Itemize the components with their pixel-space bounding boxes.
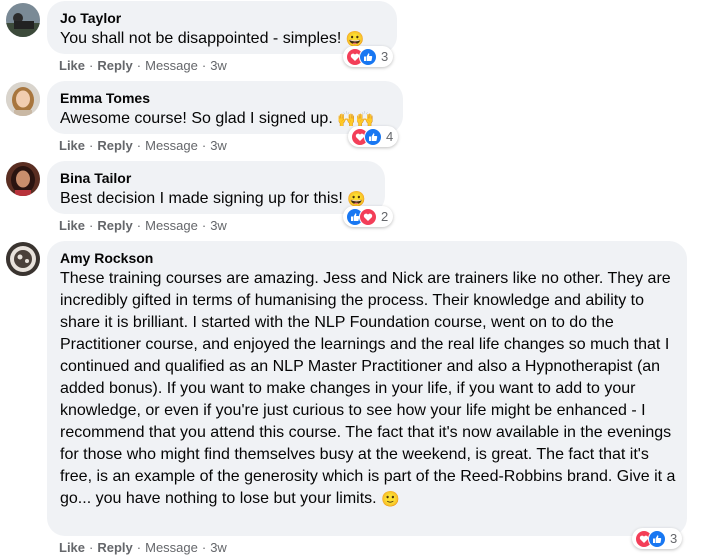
- like-button[interactable]: Like: [59, 218, 85, 233]
- comment-text: You shall not be disappointed - simples!…: [60, 28, 384, 50]
- message-button[interactable]: Message: [145, 138, 198, 153]
- reaction-summary[interactable]: 3: [343, 46, 394, 67]
- heart-reaction-icon: [359, 207, 377, 226]
- like-reaction-icon: [648, 529, 666, 548]
- comment-actions: Like · Reply · Message · 3w: [59, 540, 227, 556]
- reaction-count: 2: [381, 209, 389, 224]
- comment-text: Best decision I made signing up for this…: [60, 188, 372, 210]
- avatar[interactable]: [6, 162, 40, 196]
- comment-bubble: Jo Taylor You shall not be disappointed …: [47, 1, 397, 54]
- comment-body: You shall not be disappointed - simples!: [60, 30, 342, 47]
- reaction-summary[interactable]: 3: [632, 528, 683, 549]
- comment-author[interactable]: Bina Tailor: [60, 169, 372, 187]
- separator-dot: ·: [89, 138, 94, 153]
- reaction-summary[interactable]: 4: [348, 126, 399, 147]
- comment-actions: Like · Reply · Message · 3w: [59, 138, 227, 154]
- separator-dot: ·: [201, 540, 207, 555]
- reply-button[interactable]: Reply: [97, 218, 132, 233]
- smiling-emoji-icon: 🙂: [381, 491, 400, 508]
- like-button[interactable]: Like: [59, 58, 85, 73]
- separator-dot: ·: [136, 138, 142, 153]
- timestamp[interactable]: 3w: [210, 218, 227, 233]
- separator-dot: ·: [89, 540, 94, 555]
- separator-dot: ·: [89, 58, 94, 73]
- separator-dot: ·: [136, 58, 142, 73]
- comment-body: Best decision I made signing up for this…: [60, 190, 343, 207]
- comment-bubble: Bina Tailor Best decision I made signing…: [47, 161, 385, 214]
- reaction-count: 3: [381, 49, 389, 64]
- like-reaction-icon: [364, 127, 382, 146]
- comment-author[interactable]: Jo Taylor: [60, 9, 384, 27]
- timestamp[interactable]: 3w: [210, 58, 227, 73]
- comment-text: These training courses are amazing. Jess…: [60, 268, 676, 510]
- comment-body: These training courses are amazing. Jess…: [60, 270, 676, 507]
- comment-text: Awesome course! So glad I signed up. 🙌🙌: [60, 108, 390, 130]
- timestamp[interactable]: 3w: [210, 138, 227, 153]
- message-button[interactable]: Message: [145, 540, 198, 555]
- separator-dot: ·: [201, 218, 207, 233]
- avatar[interactable]: [6, 242, 40, 276]
- avatar[interactable]: [6, 82, 40, 116]
- reaction-summary[interactable]: 2: [343, 206, 394, 227]
- separator-dot: ·: [201, 138, 207, 153]
- reply-button[interactable]: Reply: [97, 58, 132, 73]
- like-button[interactable]: Like: [59, 540, 85, 555]
- separator-dot: ·: [136, 218, 142, 233]
- separator-dot: ·: [201, 58, 207, 73]
- comment-actions: Like · Reply · Message · 3w: [59, 58, 227, 74]
- comment-bubble: Amy Rockson These training courses are a…: [47, 241, 687, 536]
- comment-author[interactable]: Amy Rockson: [60, 249, 674, 267]
- reaction-count: 4: [386, 129, 394, 144]
- like-reaction-icon: [359, 47, 377, 66]
- comment-body: Awesome course! So glad I signed up.: [60, 110, 333, 127]
- separator-dot: ·: [136, 540, 142, 555]
- message-button[interactable]: Message: [145, 58, 198, 73]
- reaction-count: 3: [670, 531, 678, 546]
- timestamp[interactable]: 3w: [210, 540, 227, 555]
- message-button[interactable]: Message: [145, 218, 198, 233]
- avatar[interactable]: [6, 3, 40, 37]
- separator-dot: ·: [89, 218, 94, 233]
- comment-bubble: Emma Tomes Awesome course! So glad I sig…: [47, 81, 403, 134]
- reply-button[interactable]: Reply: [97, 138, 132, 153]
- comment-author[interactable]: Emma Tomes: [60, 89, 390, 107]
- comment-actions: Like · Reply · Message · 3w: [59, 218, 227, 234]
- reply-button[interactable]: Reply: [97, 540, 132, 555]
- like-button[interactable]: Like: [59, 138, 85, 153]
